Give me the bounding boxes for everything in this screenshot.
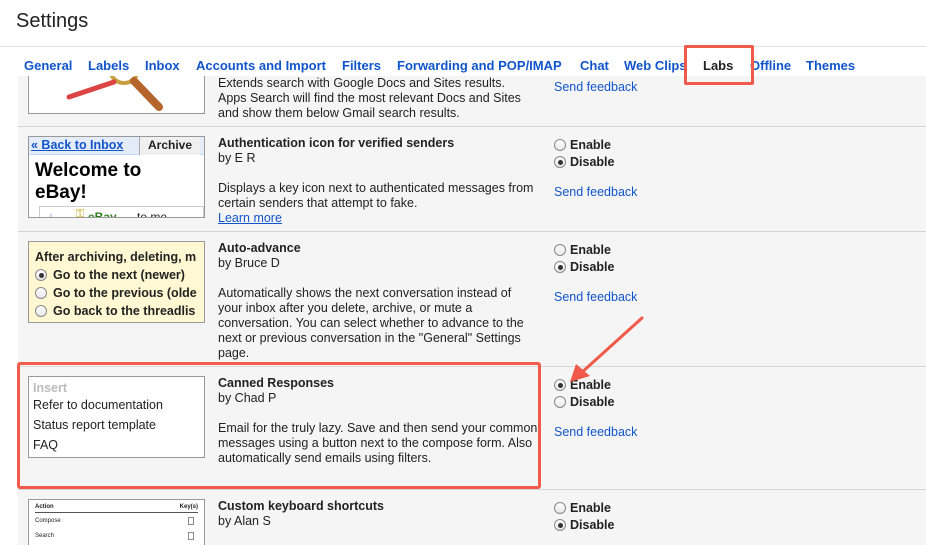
radio-selected-icon (554, 155, 566, 168)
thumb-key-box (188, 531, 194, 540)
thumb-heading: After archiving, deleting, m (35, 250, 197, 264)
thumb-message: ☆ ⚿ eBay to me (39, 206, 204, 218)
lab-author: by Alan S (218, 514, 271, 528)
disable-label: Disable (570, 154, 615, 169)
lab-desc-line: and show them below Gmail search results… (218, 106, 460, 120)
lab-title: Custom keyboard shortcuts (218, 499, 385, 513)
thumb-option: Go back to the threadlis (35, 302, 198, 320)
lab-thumb-keyboard-shortcuts: Action Key(s) Compose Search (28, 499, 205, 545)
send-feedback-link[interactable]: Send feedback (554, 80, 637, 94)
tab-offline[interactable]: Offline (750, 58, 791, 73)
enable-radio[interactable]: Enable (554, 241, 614, 258)
thumb-key-box (188, 516, 194, 525)
header-divider (0, 46, 926, 47)
lab-author: by Bruce D (218, 256, 280, 270)
tab-general[interactable]: General (24, 58, 72, 73)
thumb-action-name: Compose (35, 517, 61, 524)
thumb-table-header: Action Key(s) (35, 504, 198, 513)
tab-chat[interactable]: Chat (580, 58, 609, 73)
key-icon: ⚿ (76, 208, 85, 218)
tab-themes[interactable]: Themes (806, 58, 855, 73)
thumb-auto-advance-panel: After archiving, deleting, m Go to the n… (29, 242, 204, 322)
settings-tabs: General Labels Inbox Accounts and Import… (0, 56, 926, 76)
lab-row-custom-keyboard-shortcuts: Action Key(s) Compose Search Custom keybo… (18, 490, 926, 545)
enable-label: Enable (570, 242, 611, 257)
send-feedback-link[interactable]: Send feedback (554, 290, 637, 304)
send-feedback-link[interactable]: Send feedback (554, 185, 637, 199)
lab-thumb-auto-advance: After archiving, deleting, m Go to the n… (28, 241, 205, 323)
tab-web-clips[interactable]: Web Clips (624, 58, 687, 73)
radio-icon (554, 243, 566, 256)
tab-labels[interactable]: Labels (88, 58, 129, 73)
lab-desc-line: Apps Search will find the most relevant … (218, 91, 521, 105)
radio-selected-icon (554, 518, 566, 531)
disable-radio[interactable]: Disable (554, 153, 614, 170)
lab-description: Displays a key icon next to authenticate… (218, 181, 534, 210)
disable-radio[interactable]: Disable (554, 258, 614, 275)
tab-filters[interactable]: Filters (342, 58, 381, 73)
tab-labs[interactable]: Labs (703, 58, 733, 73)
send-feedback-link[interactable]: Send feedback (554, 425, 637, 439)
enable-radio[interactable]: Enable (554, 136, 614, 153)
thumb-keys-header: Key(s) (179, 504, 198, 510)
lab-row-authentication-icon: « Back to Inbox Archive Welcome to eBay!… (18, 127, 926, 232)
star-icon: ☆ (44, 210, 57, 217)
thumb-option-label: Go to the previous (olde (53, 286, 197, 300)
lab-row-search: Extends search with Google Docs and Site… (18, 76, 926, 127)
thumb-toolbar: « Back to Inbox Archive (29, 137, 204, 155)
annotation-arrow-icon (570, 316, 644, 382)
enable-label: Enable (570, 500, 611, 515)
lab-desc-line: Extends search with Google Docs and Site… (218, 76, 505, 90)
thumb-heading: Welcome to eBay! (35, 160, 142, 203)
canned-responses-highlight (17, 362, 541, 489)
lab-options: Enable Disable (554, 136, 614, 170)
radio-icon (554, 501, 566, 514)
radio-icon (554, 138, 566, 151)
disable-radio[interactable]: Disable (554, 393, 614, 410)
thumb-sender: eBay (88, 210, 117, 218)
magnifier-icon (66, 76, 163, 111)
lab-title: Authentication icon for verified senders (218, 136, 455, 150)
thumb-table-row: Search (35, 528, 198, 543)
thumb-option: Go to the next (newer) (35, 266, 198, 284)
thumb-shortcuts-table: Action Key(s) Compose Search (29, 500, 204, 545)
enable-radio[interactable]: Enable (554, 499, 614, 516)
thumb-action-header: Action (35, 504, 54, 510)
tab-accounts-and-import[interactable]: Accounts and Import (196, 58, 326, 73)
thumb-option: Go to the previous (olde (35, 284, 198, 302)
lab-options: Enable Disable (554, 499, 614, 533)
enable-label: Enable (570, 137, 611, 152)
radio-selected-icon (554, 260, 566, 273)
disable-label: Disable (570, 259, 615, 274)
lab-thumb-ebay: « Back to Inbox Archive Welcome to eBay!… (28, 136, 205, 218)
tab-inbox[interactable]: Inbox (145, 58, 180, 73)
radio-icon (554, 395, 566, 408)
page-title: Settings (16, 10, 89, 32)
thumb-back-link: « Back to Inbox (31, 138, 124, 152)
tab-forwarding-pop-imap[interactable]: Forwarding and POP/IMAP (397, 58, 562, 73)
learn-more-link[interactable]: Learn more (218, 211, 538, 226)
disable-label: Disable (570, 517, 615, 532)
radio-icon (35, 305, 47, 317)
lab-row-auto-advance: After archiving, deleting, m Go to the n… (18, 232, 926, 367)
thumb-archive-button: Archive (139, 137, 201, 155)
lab-info-authentication-icon: Authentication icon for verified senders… (218, 136, 538, 226)
thumb-option-label: Go to the next (newer) (53, 268, 185, 282)
thumb-table-row: Compose (35, 513, 198, 528)
lab-author: by E R (218, 151, 256, 165)
lab-options: Enable Disable (554, 241, 614, 275)
lab-info-search: Extends search with Google Docs and Site… (218, 76, 538, 121)
radio-selected-icon (35, 269, 47, 281)
thumb-option-label: Go back to the threadlis (53, 304, 196, 318)
disable-label: Disable (570, 394, 615, 409)
lab-description: Automatically shows the next conversatio… (218, 286, 524, 360)
thumb-action-name: Search (35, 532, 55, 539)
lab-title: Auto-advance (218, 241, 301, 255)
lab-info-auto-advance: Auto-advance by Bruce D Automatically sh… (218, 241, 538, 361)
lab-info-custom-keyboard-shortcuts: Custom keyboard shortcuts by Alan S (218, 499, 538, 544)
disable-radio[interactable]: Disable (554, 516, 614, 533)
lab-thumb-search (28, 76, 205, 114)
thumb-recipient: to me (137, 210, 168, 218)
radio-icon (35, 287, 47, 299)
